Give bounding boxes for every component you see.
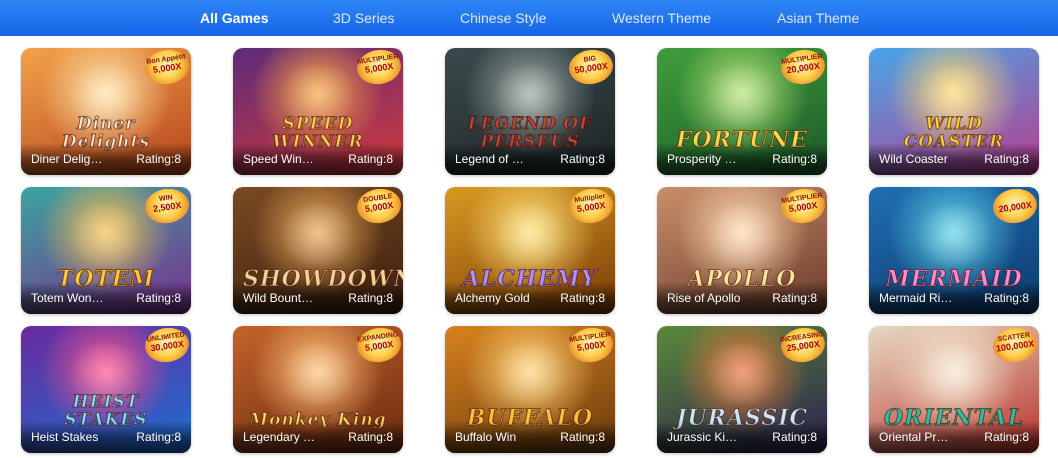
game-card[interactable]: INCREASING MULTIPLIER25,000XJURASSICJura… — [657, 326, 827, 453]
game-card[interactable]: MULTIPLIER 20,000X FORTUNE Prosperity … Rati… — [657, 48, 827, 175]
game-rating: Rating:8 — [984, 152, 1029, 166]
tab-western-theme[interactable]: Western Theme — [612, 0, 711, 36]
card-footer: Mermaid Ri… Rating:8 — [869, 282, 1039, 314]
thumbnail-highlight — [485, 344, 575, 404]
game-name: Totem Won… — [31, 291, 104, 305]
thumbnail-highlight — [485, 205, 575, 265]
card-footer: Speed Win… Rating:8 — [233, 143, 403, 175]
thumbnail-highlight — [697, 66, 787, 126]
game-name: Oriental Pr… — [879, 430, 949, 444]
game-name: Legendary … — [243, 430, 316, 444]
game-card[interactable]: SCATTER MULTIPLIER100,000XORIENTALOrient… — [869, 326, 1039, 453]
card-footer: Wild Bount… Rating:8 — [233, 282, 403, 314]
game-card[interactable]: MULTIPLIER 5,000X APOLLO Rise of Apollo Rati… — [657, 187, 827, 314]
game-name: Speed Win… — [243, 152, 314, 166]
game-name: Diner Delig… — [31, 152, 103, 166]
thumbnail-highlight — [697, 344, 787, 404]
game-name: Jurassic Ki… — [667, 430, 738, 444]
tab-asian-theme[interactable]: Asian Theme — [777, 0, 859, 36]
thumbnail-highlight — [909, 205, 999, 265]
card-footer: Rise of Apollo Rating:8 — [657, 282, 827, 314]
card-footer: Alchemy Gold Rating:8 — [445, 282, 615, 314]
game-name: Heist Stakes — [31, 430, 99, 444]
card-footer: Oriental Pr… Rating:8 — [869, 421, 1039, 453]
game-card[interactable]: MULTIPLIER 5,000X SPEED WINNER Speed Win… Ra… — [233, 48, 403, 175]
game-rating: Rating:8 — [136, 152, 181, 166]
thumbnail-highlight — [697, 205, 787, 265]
game-card[interactable]: MULTIPLIER 5,000X BUFFALO Buffalo Win Rating… — [445, 326, 615, 453]
game-name: Wild Coaster — [879, 152, 948, 166]
game-rating: Rating:8 — [772, 291, 817, 305]
game-rating: Rating:8 — [772, 152, 817, 166]
game-name: Wild Bount… — [243, 291, 314, 305]
thumbnail-highlight — [273, 344, 363, 404]
card-footer: Totem Won… Rating:8 — [21, 282, 191, 314]
game-rating: Rating:8 — [348, 152, 393, 166]
game-card[interactable]: WILD COASTER Wild Coaster Rating:8 — [869, 48, 1039, 175]
card-footer: Diner Delig… Rating:8 — [21, 143, 191, 175]
card-footer: Legend of … Rating:8 — [445, 143, 615, 175]
game-name: Prosperity … — [667, 152, 737, 166]
card-footer: Heist Stakes Rating:8 — [21, 421, 191, 453]
game-card[interactable]: Bon Appétit 5,000X Diner Delights Diner Del… — [21, 48, 191, 175]
game-rating: Rating:8 — [772, 430, 817, 444]
game-rating: Rating:8 — [560, 291, 605, 305]
game-rating: Rating:8 — [348, 430, 393, 444]
game-rating: Rating:8 — [984, 430, 1029, 444]
game-name: Legend of … — [455, 152, 524, 166]
thumbnail-highlight — [909, 344, 999, 404]
thumbnail-highlight — [273, 205, 363, 265]
game-name: Buffalo Win — [455, 430, 517, 444]
game-card[interactable]: Multiplier 5,000X ALCHEMY Alchemy Gold Ratin… — [445, 187, 615, 314]
game-name: Rise of Apollo — [667, 291, 741, 305]
tab-3d-series[interactable]: 3D Series — [333, 0, 394, 36]
game-card[interactable]: EXPANDING REELS5,000XMonkey KingLegendar… — [233, 326, 403, 453]
game-card[interactable]: WIN MULTIPLIER REELS2,500XTOTEMTotem Won… — [21, 187, 191, 314]
card-footer: Prosperity … Rating:8 — [657, 143, 827, 175]
tab-all-games[interactable]: All Games — [200, 0, 268, 36]
card-footer: Jurassic Ki… Rating:8 — [657, 421, 827, 453]
game-rating: Rating:8 — [136, 430, 181, 444]
game-card[interactable]: UNLIMITED WILD30,000XHEIST STAKESHeist S… — [21, 326, 191, 453]
game-name: Alchemy Gold — [455, 291, 530, 305]
game-rating: Rating:8 — [984, 291, 1029, 305]
game-rating: Rating:8 — [136, 291, 181, 305]
game-name: Mermaid Ri… — [879, 291, 953, 305]
card-footer: Wild Coaster Rating:8 — [869, 143, 1039, 175]
tab-chinese-style[interactable]: Chinese Style — [460, 0, 546, 36]
game-rating: Rating:8 — [560, 152, 605, 166]
game-rating: Rating:8 — [348, 291, 393, 305]
thumbnail-highlight — [61, 205, 151, 265]
game-card[interactable]: BIG SYMBOL50,000XLEGEND OF PERSEUSLegend… — [445, 48, 615, 175]
game-card[interactable]: 20,000X MERMAID Mermaid Ri… Rating:8 — [869, 187, 1039, 314]
card-footer: Buffalo Win Rating:8 — [445, 421, 615, 453]
game-card[interactable]: DOUBLE MULTIPLIER5,000XSHOWDOWNWild Boun… — [233, 187, 403, 314]
game-rating: Rating:8 — [560, 430, 605, 444]
category-nav: All Games 3D Series Chinese Style Wester… — [0, 0, 1058, 36]
card-footer: Legendary … Rating:8 — [233, 421, 403, 453]
